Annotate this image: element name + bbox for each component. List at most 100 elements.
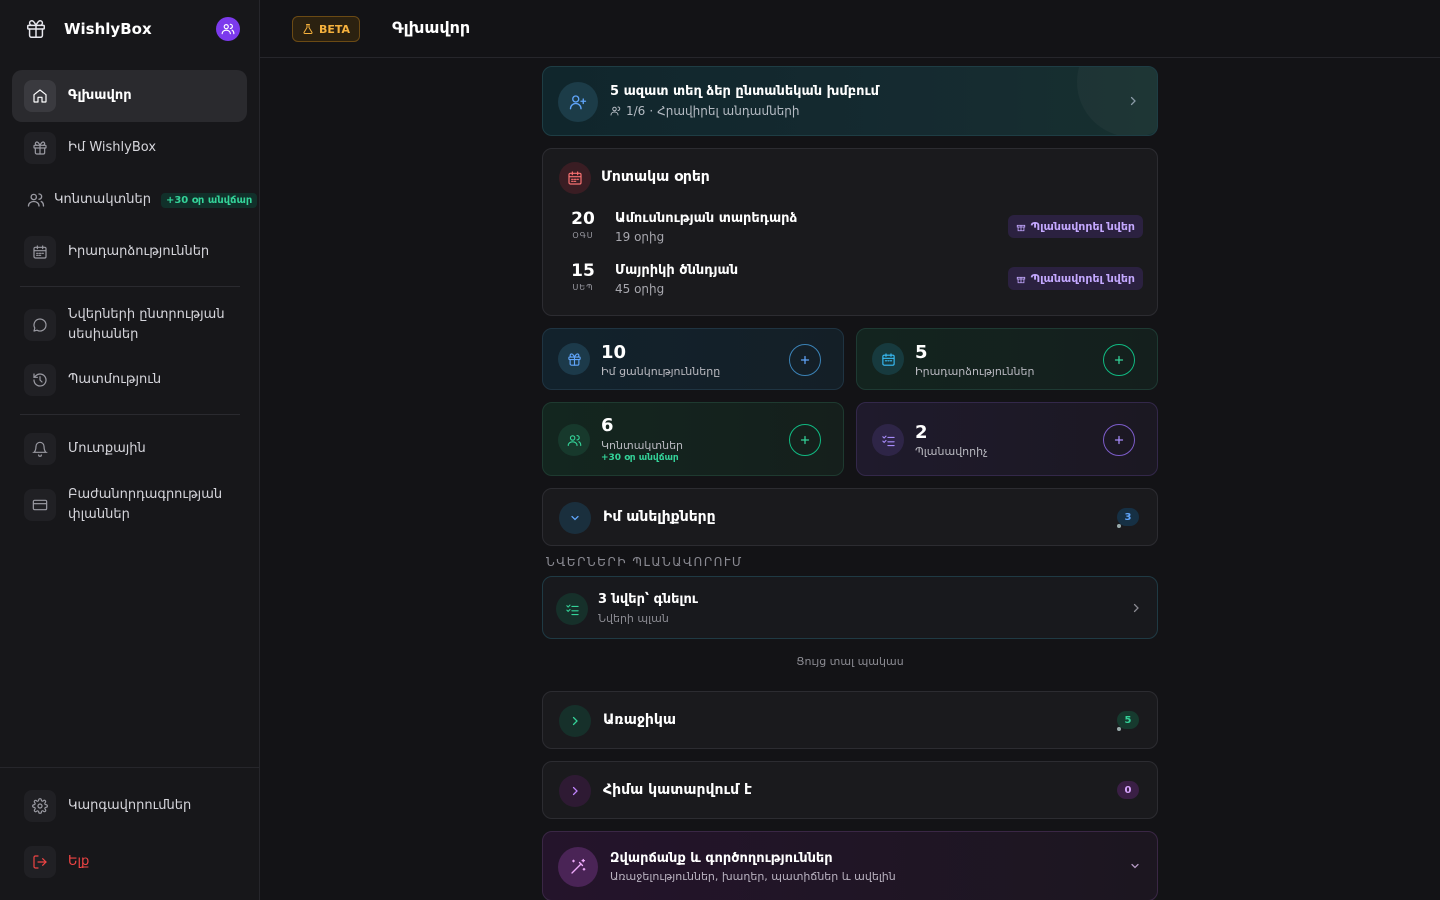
events-stat-card[interactable]: 5 Իրադարձություններ <box>856 328 1158 390</box>
event-countdown: 19 օրից <box>615 230 665 244</box>
add-wishlist-button[interactable] <box>789 344 821 376</box>
section-title: Իմ անելիքները <box>603 509 716 525</box>
logout-button[interactable]: Ելք <box>12 842 247 882</box>
stat-value: 5 <box>915 342 928 363</box>
chat-bubble-icon <box>24 309 56 341</box>
gift-plan-title: 3 նվեր՝ գնելու <box>598 592 699 607</box>
add-contact-button[interactable] <box>789 424 821 456</box>
plan-gift-label: Պլանավորել նվեր <box>1030 220 1135 233</box>
count-badge: 0 <box>1117 781 1139 799</box>
event-month: ՍԵՊ <box>572 283 594 292</box>
users-icon <box>610 106 621 116</box>
my-tasks-section[interactable]: Իմ անելիքները 3 <box>542 488 1158 546</box>
sidebar: WishlyBox Գլխավոր Իմ WishlyBox Կոնտակտնե… <box>0 0 260 900</box>
sidebar-item-inbox[interactable]: Մուտքային <box>12 429 247 469</box>
sidebar-item-label: Մուտքային <box>68 441 146 456</box>
gear-icon <box>24 790 56 822</box>
sidebar-item-settings[interactable]: Կարգավորումներ <box>12 786 247 826</box>
logout-label: Ելք <box>68 854 90 869</box>
gift-plan-card[interactable]: 3 նվեր՝ գնելու Նվերի պլան <box>542 576 1158 639</box>
list-item[interactable]: 20 ՕԳՍ Ամուսնության տարեդարձ 19 օրից Պլա… <box>559 209 1143 249</box>
page-title: Գլխավոր <box>392 18 471 37</box>
magic-wand-icon <box>558 847 598 887</box>
sidebar-item-events[interactable]: Իրադարձություններ <box>12 232 247 272</box>
fun-title: Զվարճանք և գործողություններ <box>610 851 833 866</box>
divider <box>20 414 240 415</box>
sidebar-item-label: Իմ WishlyBox <box>68 140 157 155</box>
divider <box>20 286 240 287</box>
plan-gift-button[interactable]: Պլանավորել նվեր <box>1007 215 1143 238</box>
top-header: BETA Գլխավոր <box>260 0 1440 58</box>
gift-icon <box>24 132 56 164</box>
planners-stat-card[interactable]: 2 Պլանավորիչ <box>856 402 1158 476</box>
chevron-right-icon <box>1133 603 1139 613</box>
member-count: 1/6 <box>626 104 646 118</box>
in-progress-section[interactable]: Հիմա կատարվում է 0 <box>542 761 1158 819</box>
plus-icon <box>1114 435 1124 445</box>
checklist-icon <box>872 424 904 456</box>
gift-icon <box>24 17 48 41</box>
add-planner-button[interactable] <box>1103 424 1135 456</box>
user-plus-icon <box>558 82 598 122</box>
calendar-icon <box>559 162 591 194</box>
sidebar-item-label: Նվերների ընտրության սեսիաներ <box>68 307 225 342</box>
upcoming-title: Մոտակա օրեր <box>601 169 710 185</box>
decorative-circle <box>1077 67 1157 135</box>
sidebar-item-label: Իրադարձություններ <box>68 244 210 259</box>
gift-icon <box>1016 276 1025 283</box>
sidebar-item-label: Կարգավորումներ <box>68 798 192 813</box>
stat-label: Իրադարձություններ <box>915 365 1035 378</box>
divider <box>0 767 259 768</box>
sidebar-item-subscription-plans[interactable]: Բաժանորդագրության փլաններ <box>12 482 247 528</box>
list-item[interactable]: 15 ՍԵՊ Մայրիկի ծննդյան 45 օրից Պլանավորե… <box>559 261 1143 301</box>
chevron-right-icon <box>559 775 591 807</box>
plan-gift-button[interactable]: Պլանավորել նվեր <box>1007 267 1143 290</box>
users-icon <box>20 184 52 216</box>
event-month: ՕԳՍ <box>572 231 594 240</box>
sidebar-item-history[interactable]: Պատմություն <box>12 360 247 400</box>
invite-action: Հրավիրել անդամների <box>657 104 800 118</box>
family-invite-card[interactable]: 5 ազատ տեղ ձեր ընտանեկան խմբում 1/6 · Հր… <box>542 66 1158 136</box>
event-name: Ամուսնության տարեդարձ <box>615 211 798 226</box>
brand[interactable]: WishlyBox <box>24 16 240 42</box>
beta-label: BETA <box>319 22 351 36</box>
invite-title: 5 ազատ տեղ ձեր ընտանեկան խմբում <box>610 84 880 99</box>
sidebar-item-label: Գլխավոր <box>68 88 132 103</box>
chevron-right-icon <box>1130 96 1136 106</box>
stat-label: Կոնտակտներ <box>601 439 684 452</box>
chevron-right-icon <box>559 705 591 737</box>
stat-label: Իմ ցանկությունները <box>601 365 721 378</box>
add-event-button[interactable] <box>1103 344 1135 376</box>
bell-icon <box>24 433 56 465</box>
event-name: Մայրիկի ծննդյան <box>615 263 739 278</box>
show-less-link[interactable]: Ցույց տալ պակաս <box>542 655 1158 668</box>
home-icon <box>24 80 56 112</box>
wishlists-stat-card[interactable]: 10 Իմ ցանկությունները <box>542 328 844 390</box>
chevron-down-icon <box>1131 863 1139 869</box>
upcoming-section[interactable]: Առաջիկա 5 <box>542 691 1158 749</box>
plus-icon <box>800 435 810 445</box>
stat-label: Պլանավորիչ <box>915 445 988 458</box>
event-day: 20 <box>571 209 595 229</box>
stat-value: 10 <box>601 342 627 363</box>
sidebar-item-contacts[interactable]: Կոնտակտներ +30 օր անվճար <box>12 180 258 220</box>
sidebar-item-home[interactable]: Գլխավոր <box>12 70 247 122</box>
count-badge: 5 <box>1117 711 1139 729</box>
credit-card-icon <box>24 489 56 521</box>
logout-icon <box>24 846 56 878</box>
history-icon <box>24 364 56 396</box>
plus-icon <box>1114 355 1124 365</box>
checklist-icon <box>556 593 588 625</box>
section-title: Առաջիկա <box>603 712 676 728</box>
gift-icon <box>558 343 590 375</box>
sidebar-item-label: Բաժանորդագրության փլաններ <box>68 487 223 522</box>
family-avatar-icon[interactable] <box>216 17 240 41</box>
fun-activities-card[interactable]: Զվարճանք և գործողություններ Առաջելությու… <box>542 831 1158 900</box>
plan-gift-label: Պլանավորել նվեր <box>1030 272 1135 285</box>
sidebar-item-my-wishlybox[interactable]: Իմ WishlyBox <box>12 128 247 168</box>
app-name: WishlyBox <box>64 20 152 38</box>
beta-badge: BETA <box>292 16 361 42</box>
sidebar-item-gift-sessions[interactable]: Նվերների ընտրության սեսիաներ <box>12 302 247 348</box>
calendar-icon <box>872 343 904 375</box>
contacts-stat-card[interactable]: 6 Կոնտակտներ +30 օր անվճար <box>542 402 844 476</box>
